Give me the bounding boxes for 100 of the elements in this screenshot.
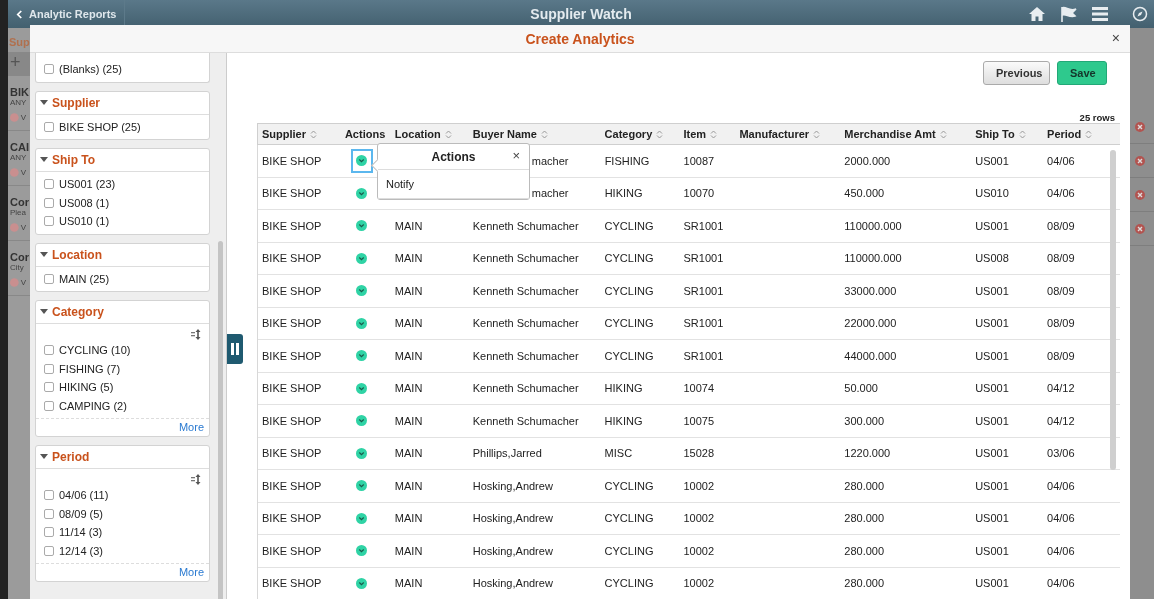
column-header[interactable]: Merchandise Amt [844,128,936,140]
more-link[interactable]: More [178,566,204,578]
column-header[interactable]: Item [683,128,707,140]
collapse-triangle-icon[interactable] [40,454,48,460]
close-button[interactable]: × [512,149,520,162]
filter-title[interactable]: Location [52,247,102,262]
checkbox[interactable] [44,121,54,132]
collapse-triangle-icon[interactable] [40,309,48,315]
scrollbar-thumb[interactable] [1110,150,1116,470]
table-cell: 10075 [683,414,715,427]
checkbox[interactable] [44,179,54,190]
table-cell: 10070 [683,187,715,200]
column-header[interactable]: Actions [344,128,386,140]
table-cell: macher [531,187,569,200]
sort-icon[interactable] [191,474,201,485]
sort-arrows-icon[interactable] [540,129,548,139]
sort-arrows-icon[interactable] [939,129,947,139]
sort-icon[interactable] [191,329,201,340]
filter-option[interactable]: 11/14 (3) [59,526,103,539]
checkbox[interactable] [44,345,54,356]
table-cell: 280.000 [844,544,885,557]
column-header[interactable]: Ship To [975,128,1015,140]
chevron-down-circle-icon [356,317,368,329]
sort-arrows-icon[interactable] [310,129,317,139]
checkbox[interactable] [44,363,54,374]
filter-option[interactable]: CAMPING (2) [59,399,127,412]
checkbox[interactable] [44,545,54,556]
sort-arrows-icon[interactable] [813,129,821,139]
collapse-triangle-icon[interactable] [40,157,48,163]
filter-option[interactable]: 12/14 (3) [59,544,104,557]
more-link[interactable]: More [178,421,204,433]
collapse-triangle-icon[interactable] [40,251,48,258]
column-header[interactable]: Category [604,128,653,140]
sort-arrows-icon[interactable] [656,129,664,139]
table-cell: MAIN [394,414,423,427]
filter-option[interactable]: US010 (1) [59,215,110,228]
table-cell: FISHING [604,154,650,167]
back-chevron-icon [16,9,23,19]
checkbox[interactable] [44,400,54,411]
table-cell: 04/06 [1047,479,1075,492]
table-cell: HIKING [604,187,643,200]
filter-option[interactable]: FISHING (7) [59,362,121,375]
filter-option[interactable]: MAIN (25) [59,272,110,285]
background-text: + [8,52,30,76]
checkbox[interactable] [44,382,54,393]
sort-arrows-icon[interactable] [1018,129,1026,139]
close-button[interactable]: × [1111,31,1120,45]
panel-toggle-button[interactable] [227,334,243,364]
checkbox[interactable] [44,508,54,519]
flag-icon[interactable] [1060,6,1078,22]
table-cell: SR1001 [683,252,724,265]
chevron-down-circle-icon [356,350,368,362]
table-cell: US001 [975,479,1009,492]
column-header[interactable]: Buyer Name [472,128,537,140]
table-cell: 110000.000 [844,219,902,232]
column-header[interactable]: Period [1047,128,1082,140]
background-text: V [19,113,27,122]
filter-option[interactable]: US001 (23) [59,178,116,191]
checkbox[interactable] [44,197,54,208]
action-button[interactable]: Previous [983,61,1050,85]
table-cell: 2000.000 [844,154,891,167]
collapse-triangle-icon[interactable] [40,99,48,106]
row-actions-button[interactable] [350,148,373,173]
column-header[interactable]: Manufacturer [739,128,810,140]
sort-arrows-icon[interactable] [710,129,718,139]
checkbox[interactable] [44,490,54,501]
filter-option[interactable]: HIKING (5) [59,381,114,394]
checkbox[interactable] [44,527,54,538]
table-cell: MAIN [394,479,423,492]
checkbox[interactable] [44,64,54,75]
sort-arrows-icon[interactable] [444,129,452,139]
table-cell: BIKE SHOP [262,219,322,232]
filter-option[interactable]: 04/06 (11) [59,489,109,502]
filter-title[interactable]: Category [52,305,104,319]
filter-title[interactable]: Supplier [52,95,100,110]
filter-title[interactable]: Ship To [52,153,96,167]
table-cell: CYCLING [604,577,654,590]
filter-option[interactable]: CYCLING (10) [59,344,131,357]
table-cell: US001 [975,317,1009,330]
checkbox[interactable] [44,216,54,227]
action-button[interactable]: Save [1057,61,1107,85]
error-icon [1135,223,1145,234]
menu-icon[interactable] [1092,7,1108,21]
menu-item[interactable]: Notify [386,178,415,190]
sort-arrows-icon[interactable] [1085,129,1093,139]
table-cell: macher [531,154,569,167]
compass-icon[interactable] [1132,6,1148,22]
filter-option[interactable]: BIKE SHOP (25) [59,120,141,133]
scrollbar-thumb[interactable] [218,241,223,599]
filter-option[interactable]: (Blanks) (25) [59,63,122,76]
background-text: V [19,223,27,232]
column-header[interactable]: Location [394,128,441,140]
home-icon[interactable] [1028,6,1046,22]
column-header[interactable]: Supplier [262,128,306,140]
table-cell: MAIN [394,512,423,525]
checkbox[interactable] [44,273,54,284]
filter-title[interactable]: Period [52,450,90,464]
filter-option[interactable]: US008 (1) [59,196,110,209]
table-cell: CYCLING [604,219,654,232]
filter-option[interactable]: 08/09 (5) [59,507,104,520]
